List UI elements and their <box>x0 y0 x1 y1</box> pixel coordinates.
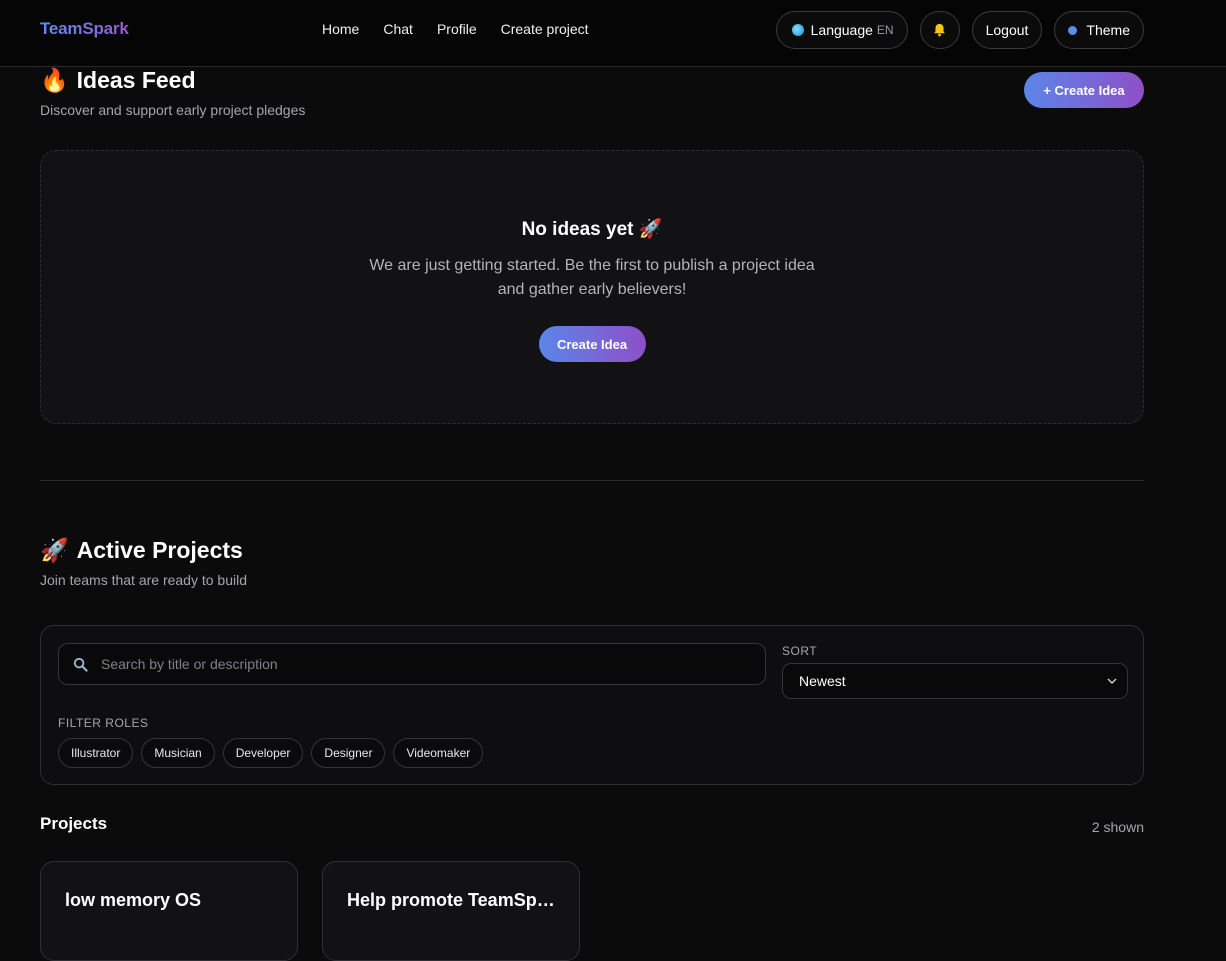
ideas-title: 🔥 Ideas Feed <box>40 67 305 94</box>
bell-icon <box>934 23 945 37</box>
empty-title: No ideas yet 🚀 <box>521 219 663 240</box>
nav-link-home[interactable]: Home <box>322 21 359 37</box>
nav-link-profile[interactable]: Profile <box>437 21 477 37</box>
create-idea-button[interactable]: + Create Idea <box>1024 72 1144 108</box>
sort-label: SORT <box>782 644 818 658</box>
notifications-button[interactable] <box>919 11 960 49</box>
active-projects-subtitle: Join teams that are ready to build <box>40 572 248 588</box>
nav-actions: Language EN Logout Theme <box>775 11 1144 49</box>
active-projects-header: 🚀 Active Projects Join teams that are re… <box>40 537 247 588</box>
role-chip-videomaker[interactable]: Videomaker <box>393 738 484 768</box>
ideas-empty-state: No ideas yet 🚀 We are just getting start… <box>40 150 1144 424</box>
theme-label: Theme <box>1086 22 1130 38</box>
dot-icon <box>1068 25 1078 35</box>
nav-links: Home Chat Profile Create project <box>322 21 589 37</box>
search-box[interactable] <box>58 643 766 685</box>
theme-button[interactable]: Theme <box>1054 11 1144 49</box>
active-projects-title-text: Active Projects <box>76 537 243 563</box>
language-code: EN <box>876 23 894 37</box>
empty-text: We are just getting started. Be the firs… <box>369 257 815 298</box>
ideas-header: 🔥 Ideas Feed Discover and support early … <box>40 67 305 118</box>
project-title: low memory OS <box>65 890 202 910</box>
chevron-down-icon <box>1107 678 1117 684</box>
nav-link-create-project[interactable]: Create project <box>501 21 589 37</box>
project-title: Help promote TeamSpark <box>347 890 561 910</box>
ideas-title-text: Ideas Feed <box>76 67 196 93</box>
section-divider <box>40 480 1144 481</box>
language-label: Language <box>810 22 873 38</box>
filter-panel: SORT Newest FILTER ROLES Illustrator Mus… <box>40 625 1144 785</box>
active-projects-title: 🚀 Active Projects <box>40 537 247 564</box>
project-card[interactable]: low memory OS <box>40 861 298 961</box>
role-chip-musician[interactable]: Musician <box>141 738 215 768</box>
fire-icon: 🔥 <box>40 67 69 93</box>
rocket-icon: 🚀 <box>40 537 69 563</box>
ideas-subtitle: Discover and support early project pledg… <box>40 102 306 118</box>
filter-roles-label: FILTER ROLES <box>58 716 149 730</box>
globe-icon <box>791 24 804 36</box>
empty-create-idea-button[interactable]: Create Idea <box>538 326 646 362</box>
brand-logo[interactable]: TeamSpark <box>40 19 129 39</box>
role-chip-illustrator[interactable]: Illustrator <box>58 738 134 768</box>
role-filter-chips: Illustrator Musician Developer Designer … <box>58 738 484 768</box>
project-card[interactable]: Help promote TeamSpark <box>322 861 580 961</box>
sort-select[interactable]: Newest <box>782 663 1128 699</box>
projects-heading: Projects <box>40 814 108 833</box>
sort-value: Newest <box>799 673 846 689</box>
projects-count: 2 shown <box>1091 819 1144 835</box>
top-navbar: TeamSpark Home Chat Profile Create proje… <box>0 0 1226 67</box>
nav-link-chat[interactable]: Chat <box>383 21 413 37</box>
role-chip-designer[interactable]: Designer <box>311 738 386 768</box>
search-icon <box>73 657 88 672</box>
search-input[interactable] <box>101 656 741 672</box>
language-button[interactable]: Language EN <box>775 11 908 49</box>
logout-button[interactable]: Logout <box>971 11 1043 49</box>
role-chip-developer[interactable]: Developer <box>222 738 304 768</box>
